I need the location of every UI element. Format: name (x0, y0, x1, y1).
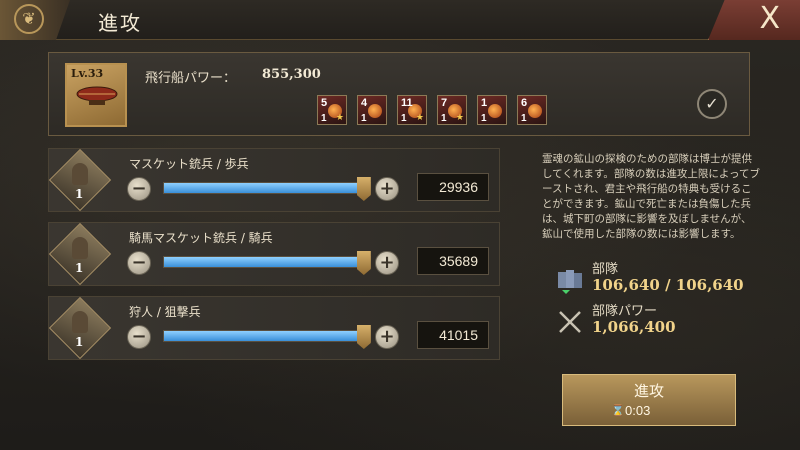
hunter-icon (72, 311, 88, 333)
slot-tier: 1 (441, 113, 447, 124)
troop-slider[interactable] (163, 325, 371, 349)
slider-fill (164, 331, 364, 341)
slot-level: 11 (401, 97, 413, 109)
increase-button[interactable]: + (375, 325, 399, 349)
increase-button[interactable]: + (375, 177, 399, 201)
slot-level: 7 (441, 97, 448, 109)
troop-slider[interactable] (163, 177, 371, 201)
equipment-slot[interactable]: 4 1 (357, 95, 387, 125)
increase-button[interactable]: + (375, 251, 399, 275)
info-description: 霊魂の鉱山の探検のための部隊は博士が提供してくれます。部隊の数は進攻上限によって… (542, 153, 760, 240)
airship-level: Lv.33 (71, 67, 104, 80)
troop-row: 1 狩人 / 狙撃兵 − + 41015 (48, 296, 500, 360)
slider-handle[interactable] (356, 325, 371, 349)
slot-tier: 1 (321, 113, 327, 124)
slider-fill (164, 183, 364, 193)
troops-icon (558, 270, 582, 294)
slot-tier: 1 (361, 113, 367, 124)
decrease-button[interactable]: − (127, 177, 151, 201)
troop-tier: 1 (75, 187, 84, 201)
cavalry-icon (72, 237, 88, 259)
attack-button[interactable]: 進攻 ⌛ 0:03 (562, 374, 736, 426)
star-icon: ★ (415, 113, 424, 123)
page-title: 進攻 (98, 11, 142, 35)
troop-row: 1 マスケット銃兵 / 歩兵 − + 29936 (48, 148, 500, 212)
hourglass-icon: ⌛ (611, 404, 625, 417)
airship-power-value: 855,300 (262, 67, 321, 82)
troop-name: 狩人 / 狙撃兵 (129, 305, 201, 319)
slot-tier: 1 (401, 113, 407, 124)
crossed-muskets-icon (559, 311, 581, 333)
equipment-gem-icon (368, 104, 382, 118)
troop-power-label: 部隊パワー (592, 304, 658, 319)
troop-portrait[interactable]: 1 (48, 296, 112, 360)
airship-power-label: 飛行船パワー： (145, 71, 237, 86)
airship-portrait[interactable]: Lv.33 (65, 63, 127, 127)
troop-tier: 1 (75, 335, 84, 349)
troop-row: 1 騎馬マスケット銃兵 / 騎兵 − + 35689 (48, 222, 500, 286)
slider-handle[interactable] (356, 177, 371, 201)
close-button[interactable]: X (708, 0, 800, 40)
slot-level: 5 (321, 97, 328, 109)
troop-slider[interactable] (163, 251, 371, 275)
equipment-gem-icon (528, 104, 542, 118)
decrease-button[interactable]: − (127, 251, 151, 275)
slot-level: 4 (361, 97, 368, 109)
troop-name: マスケット銃兵 / 歩兵 (129, 157, 249, 171)
confirm-check-button[interactable]: ✓ (697, 89, 727, 119)
attack-label: 進攻 (633, 382, 664, 400)
equipment-gem-icon (488, 104, 502, 118)
troop-tier: 1 (75, 261, 84, 275)
equipment-slot[interactable]: 11 1 ★ (397, 95, 427, 125)
slot-tier: 1 (481, 113, 487, 124)
equipment-slot[interactable]: 5 1 ★ (317, 95, 347, 125)
troops-label: 部隊 (592, 262, 619, 277)
airship-icon (76, 86, 118, 105)
slot-level: 6 (521, 97, 528, 109)
slot-tier: 1 (521, 113, 527, 124)
decrease-button[interactable]: − (127, 325, 151, 349)
troop-power-value: 1,066,400 (592, 318, 676, 336)
musketeer-icon (72, 163, 88, 185)
equipment-slot[interactable]: 7 1 ★ (437, 95, 467, 125)
star-icon: ★ (455, 113, 464, 123)
header-bar: ❦ 進攻 X (0, 0, 800, 40)
march-time: 0:03 (625, 403, 651, 418)
troop-count-input[interactable]: 41015 (417, 321, 489, 349)
equipment-slot[interactable]: 6 1 (517, 95, 547, 125)
slider-handle[interactable] (356, 251, 371, 275)
troop-count-input[interactable]: 29936 (417, 173, 489, 201)
slider-fill (164, 257, 364, 267)
equipment-slot[interactable]: 1 1 (477, 95, 507, 125)
troop-portrait[interactable]: 1 (48, 222, 112, 286)
troops-value: 106,640 / 106,640 (592, 276, 744, 294)
crest-icon: ❦ (14, 4, 44, 34)
star-icon: ★ (335, 113, 344, 123)
troop-name: 騎馬マスケット銃兵 / 騎兵 (129, 231, 273, 245)
troop-count-input[interactable]: 35689 (417, 247, 489, 275)
slot-level: 1 (481, 97, 488, 109)
emblem-badge: ❦ (0, 0, 70, 40)
troop-portrait[interactable]: 1 (48, 148, 112, 212)
airship-panel: Lv.33 飛行船パワー： 855,300 5 1 ★ 4 1 11 1 ★ 7… (48, 52, 750, 136)
